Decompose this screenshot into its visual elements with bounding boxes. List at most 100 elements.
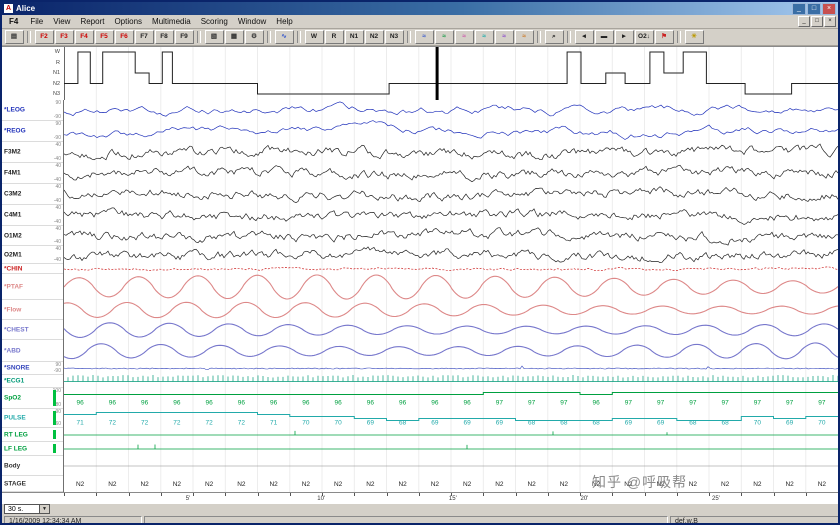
channel-label-rt-leg[interactable]: RT LEG xyxy=(4,431,28,438)
print-icon[interactable]: ▧ xyxy=(204,30,224,44)
signal-quality-indicator xyxy=(53,444,56,453)
menu-item-file[interactable]: File xyxy=(25,17,48,26)
channel-row-f4m1: F4M1 40 -40 xyxy=(2,163,63,184)
toolbar-button-f5[interactable]: F5 xyxy=(94,30,114,44)
spo2-value: 97 xyxy=(528,400,536,407)
child-restore-button[interactable]: □ xyxy=(811,16,823,27)
channel-label-f3m2[interactable]: F3M2 xyxy=(4,149,21,156)
child-minimize-button[interactable]: _ xyxy=(798,16,810,27)
toolbar-button-r[interactable]: R xyxy=(324,30,344,44)
pulse-value: 70 xyxy=(335,420,343,427)
event-limb-icon[interactable]: ≈ xyxy=(474,30,494,44)
epoch-axis-label: 15' xyxy=(448,496,457,502)
lamp-icon[interactable]: ☀ xyxy=(684,30,704,44)
menu-item-view[interactable]: View xyxy=(48,17,75,26)
pulse-value: 72 xyxy=(109,420,117,427)
toolbar-button-f3[interactable]: F3 xyxy=(54,30,74,44)
stage-value: N2 xyxy=(721,481,730,488)
channel-label-c4m1[interactable]: C4M1 xyxy=(4,212,21,219)
zoom-icon[interactable]: ⌕ xyxy=(544,30,564,44)
hypnogram-label-n2: N2 xyxy=(52,80,60,87)
channel-label-chin[interactable]: *CHIN xyxy=(4,265,22,272)
channel-label-flow[interactable]: *Flow xyxy=(4,306,21,313)
pulse-value: 69 xyxy=(367,420,375,427)
next-epoch-icon[interactable]: ► xyxy=(614,30,634,44)
signal-quality-indicator xyxy=(53,390,56,406)
channel-label-leog[interactable]: *LEOG xyxy=(4,107,25,114)
toolbar-button-f9[interactable]: F9 xyxy=(174,30,194,44)
channel-label-stage[interactable]: STAGE xyxy=(4,480,26,487)
channel-label-lf-leg[interactable]: LF LEG xyxy=(4,445,27,452)
spo2-value: 97 xyxy=(657,400,665,407)
channel-label-snore[interactable]: *SNORE xyxy=(4,365,30,372)
toolbar-button-f6[interactable]: F6 xyxy=(114,30,134,44)
spo2-value: 97 xyxy=(786,400,794,407)
status-bar: 1/16/2009 12:34:34 AM def.w.B xyxy=(2,514,838,523)
marker-icon[interactable]: ▬ xyxy=(594,30,614,44)
channel-label-ptaf[interactable]: *PTAF xyxy=(4,283,23,290)
child-close-button[interactable]: × xyxy=(824,16,836,27)
toolbar-button-n3[interactable]: N3 xyxy=(384,30,404,44)
toolbar-button-o2[interactable]: O2↓ xyxy=(634,30,654,44)
toolbar-button-f8[interactable]: F8 xyxy=(154,30,174,44)
menu-item-window[interactable]: Window xyxy=(233,17,271,26)
spo2-value: 97 xyxy=(722,400,730,407)
stage-value: N2 xyxy=(592,481,601,488)
channel-label-ecg1[interactable]: *ECG1 xyxy=(4,378,24,385)
toolbar-button-f2[interactable]: F2 xyxy=(34,30,54,44)
minimize-button[interactable]: _ xyxy=(792,2,806,15)
stage-value: N2 xyxy=(173,481,182,488)
close-button[interactable]: × xyxy=(822,2,836,15)
menu-item-multimedia[interactable]: Multimedia xyxy=(147,17,196,26)
hypnogram-label-r: R xyxy=(56,59,60,66)
pulse-value: 70 xyxy=(302,420,310,427)
toolbar-button-f4[interactable]: F4 xyxy=(74,30,94,44)
menu-item-options[interactable]: Options xyxy=(109,17,147,26)
toolbar-button-f7[interactable]: F7 xyxy=(134,30,154,44)
pulse-value: 68 xyxy=(560,420,568,427)
channel-label-abd[interactable]: *ABD xyxy=(4,347,21,354)
menu-item-help[interactable]: Help xyxy=(271,17,297,26)
maximize-button[interactable]: □ xyxy=(807,2,821,15)
event-cardiac-icon[interactable]: ≈ xyxy=(494,30,514,44)
channel-label-pulse[interactable]: PULSE xyxy=(4,415,26,422)
toolbar-separator xyxy=(197,31,201,43)
menu-item-report[interactable]: Report xyxy=(75,17,109,26)
stage-value: N2 xyxy=(302,481,311,488)
flag-icon[interactable]: ⚑ xyxy=(654,30,674,44)
event-desat-icon[interactable]: ≈ xyxy=(434,30,454,44)
toolbar-button-n2[interactable]: N2 xyxy=(364,30,384,44)
toolbar-button-w[interactable]: W xyxy=(304,30,324,44)
toolbar-button-n1[interactable]: N1 xyxy=(344,30,364,44)
channel-label-o2m1[interactable]: O2M1 xyxy=(4,251,22,258)
menu-item-scoring[interactable]: Scoring xyxy=(196,17,233,26)
event-arousal-icon[interactable]: ≈ xyxy=(454,30,474,44)
toolbar: ▤ F2 F3 F4 F5 F6 F7 F8 F9 ▧ ▦ ⚙ ∿ W R N1 N2 N3 ≈ ≈ ≈ ≈ ≈ ≈ ⌕ ◄ ▬ ► O… xyxy=(2,29,838,46)
dropdown-arrow-icon[interactable]: ▼ xyxy=(39,505,49,513)
window-title: Alice xyxy=(16,4,36,13)
epoch-tick xyxy=(838,493,839,496)
channel-label-body[interactable]: Body xyxy=(4,462,20,469)
event-respiratory-icon[interactable]: ≈ xyxy=(414,30,434,44)
epoch-tick xyxy=(418,493,420,496)
report-icon[interactable]: ▦ xyxy=(224,30,244,44)
stage-value: N2 xyxy=(753,481,762,488)
settings-icon[interactable]: ⚙ xyxy=(244,30,264,44)
channel-scale-value: 40 xyxy=(55,184,61,190)
stage-value: N2 xyxy=(527,481,536,488)
event-snore-icon[interactable]: ≈ xyxy=(514,30,534,44)
open-exam-icon[interactable]: ▤ xyxy=(4,30,24,44)
channel-row-f3m2: F3M2 40 -40 xyxy=(2,142,63,163)
channel-label-c3m2[interactable]: C3M2 xyxy=(4,191,21,198)
channel-label-chest[interactable]: *CHEST xyxy=(4,326,29,333)
channel-label-f4m1[interactable]: F4M1 xyxy=(4,170,21,177)
channel-scale-value: -40 xyxy=(53,156,61,162)
prev-epoch-icon[interactable]: ◄ xyxy=(574,30,594,44)
epoch-length-select[interactable]: 30 s. ▼ xyxy=(4,504,50,514)
channel-label-o1m2[interactable]: O1M2 xyxy=(4,232,22,239)
channel-scale-value: 80 xyxy=(55,402,61,408)
montage-wave-icon[interactable]: ∿ xyxy=(274,30,294,44)
pulse-value: 69 xyxy=(496,420,504,427)
channel-label-reog[interactable]: *REOG xyxy=(4,128,26,135)
channel-label-spo2[interactable]: SpO2 xyxy=(4,395,21,402)
